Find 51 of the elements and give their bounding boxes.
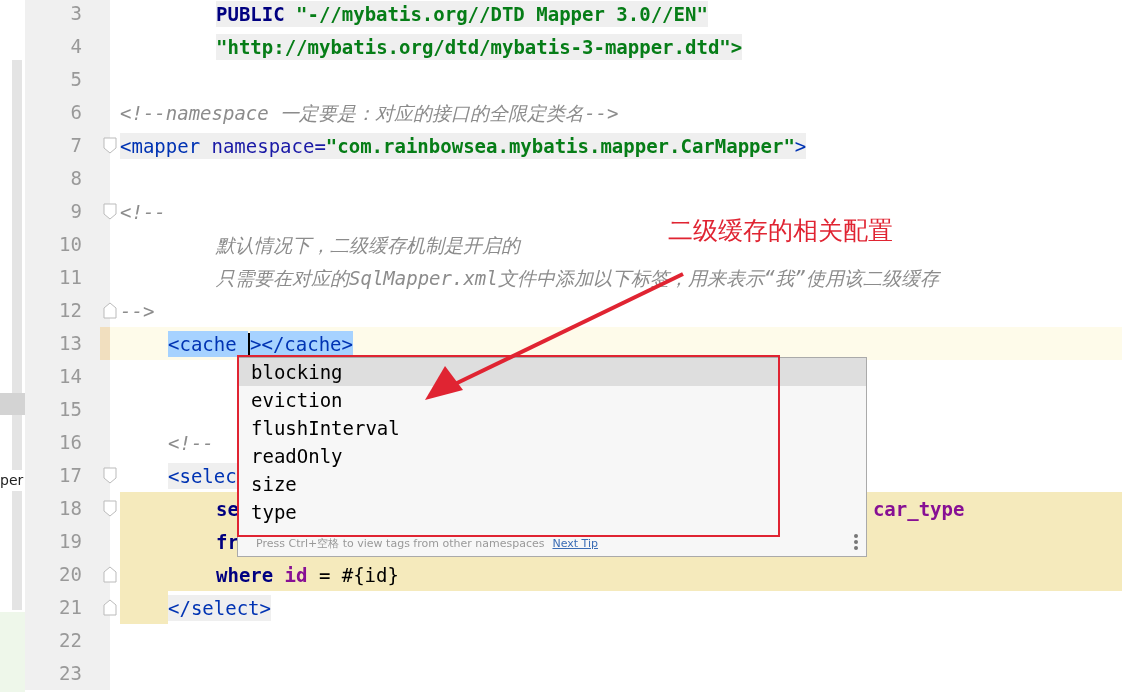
code-line: se bbox=[216, 496, 239, 522]
line-number: 6 bbox=[70, 101, 82, 123]
fold-icon[interactable] bbox=[103, 467, 117, 484]
line-number: 9 bbox=[70, 200, 82, 222]
fold-end-icon[interactable] bbox=[103, 302, 117, 319]
fold-end-icon[interactable] bbox=[103, 566, 117, 583]
line-number: 21 bbox=[59, 596, 82, 618]
code-line: fr bbox=[216, 529, 239, 555]
annotation-text: 二级缓存的相关配置 bbox=[668, 215, 893, 247]
line-number: 19 bbox=[59, 530, 82, 552]
completion-item[interactable]: size bbox=[251, 472, 297, 496]
side-panel-label: per bbox=[0, 470, 24, 491]
code-line: <!-- bbox=[168, 430, 214, 456]
line-number: 20 bbox=[59, 563, 82, 585]
line-number: 7 bbox=[70, 134, 82, 156]
line-number: 10 bbox=[59, 233, 82, 255]
completion-item[interactable]: type bbox=[251, 500, 297, 524]
code-line: where id = #{id} bbox=[216, 562, 399, 588]
code-line: <!-- bbox=[120, 199, 166, 225]
fold-icon[interactable] bbox=[103, 137, 117, 154]
completion-item[interactable]: blocking bbox=[251, 360, 343, 384]
line-number: 17 bbox=[59, 464, 82, 486]
line-number: 22 bbox=[59, 629, 82, 651]
change-marker bbox=[100, 327, 110, 360]
line-number: 5 bbox=[70, 68, 82, 90]
line-number: 11 bbox=[59, 266, 82, 288]
fold-icon[interactable] bbox=[103, 500, 117, 517]
completion-item[interactable]: readOnly bbox=[251, 444, 343, 468]
line-number: 4 bbox=[70, 35, 82, 57]
next-tip-link[interactable]: Next Tip bbox=[552, 535, 598, 552]
code-line: <!--namespace 一定要是：对应的接口的全限定类名--> bbox=[120, 100, 619, 126]
line-number: 16 bbox=[59, 431, 82, 453]
line-number: 15 bbox=[59, 398, 82, 420]
code-line: --> bbox=[120, 298, 155, 324]
fold-icon[interactable] bbox=[103, 203, 117, 220]
code-line: 默认情况下，二级缓存机制是开启的 bbox=[216, 232, 520, 258]
more-icon[interactable] bbox=[854, 534, 858, 550]
line-number: 14 bbox=[59, 365, 82, 387]
fold-end-icon[interactable] bbox=[103, 599, 117, 616]
code-line: <cache ></cache> bbox=[168, 330, 353, 357]
code-line: car_type bbox=[872, 496, 965, 522]
completion-item[interactable]: eviction bbox=[251, 388, 343, 412]
completion-item[interactable]: flushInterval bbox=[251, 416, 400, 440]
line-number: 3 bbox=[70, 2, 82, 24]
line-number: 13 bbox=[59, 332, 82, 354]
line-number: 8 bbox=[70, 167, 82, 189]
line-number: 23 bbox=[59, 662, 82, 684]
side-panel-marker bbox=[0, 393, 25, 415]
line-number: 18 bbox=[59, 497, 82, 519]
hint-text: Press Ctrl+空格 to view tags from other namespaces bbox=[256, 535, 545, 552]
line-number: 12 bbox=[59, 299, 82, 321]
